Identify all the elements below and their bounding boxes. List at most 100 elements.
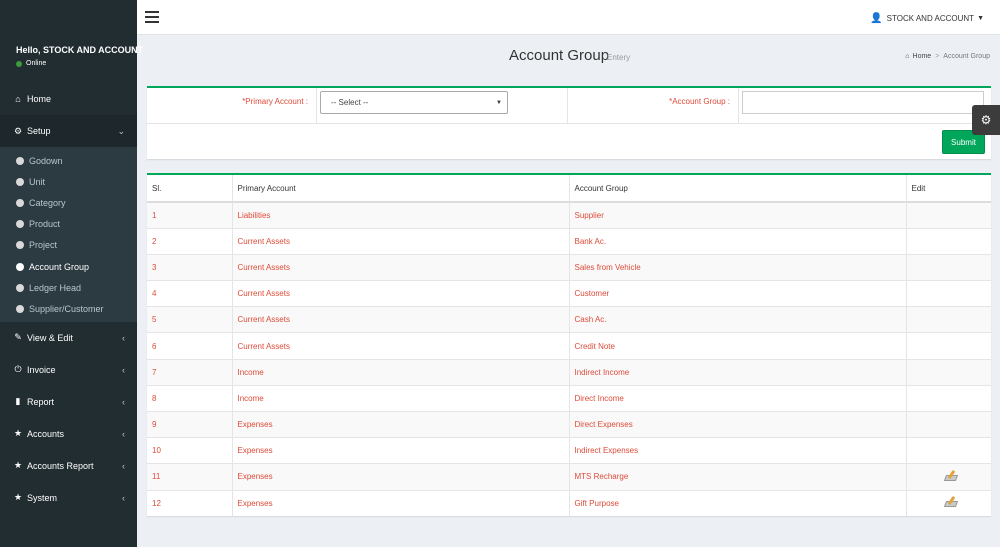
table-row: 9 Expenses Direct Expenses <box>147 410 991 438</box>
header-account-group: Account Group <box>569 175 907 203</box>
table-body: 1 Liabilities Supplier 2 Current Assets Bank … <box>147 201 991 517</box>
circle-icon <box>16 262 24 271</box>
circle-icon <box>16 177 24 186</box>
account-group-label: *Account Group : <box>568 88 739 123</box>
sidebar-item-label: Invoice <box>27 364 56 375</box>
sidebar-item-system[interactable]: ★ System ‹ <box>0 482 137 514</box>
star-icon: ★ <box>13 460 23 470</box>
top-navbar: 👤 STOCK AND ACCOUNT ▼ <box>137 0 1000 35</box>
chevron-left-icon: ‹ <box>122 364 125 375</box>
chevron-left-icon: ‹ <box>122 492 125 503</box>
primary-account-cell: Expenses <box>232 463 570 491</box>
table-row: 8 Income Direct Income <box>147 384 991 412</box>
account-group-cell: Direct Expenses <box>569 410 907 438</box>
account-group-table-box: Sl. Primary Account Account Group Edit 1… <box>147 173 991 517</box>
submenu-item-project[interactable]: Project <box>0 235 137 256</box>
submenu-item-unit[interactable]: Unit <box>0 171 137 192</box>
edit-cell <box>906 358 991 386</box>
table-row: 7 Income Indirect Income <box>147 358 991 386</box>
account-group-cell: Indirect Income <box>569 358 907 386</box>
sl-cell: 10 <box>147 437 233 464</box>
page-subtitle: Entery <box>607 53 631 62</box>
submenu-item-product[interactable]: Product <box>0 214 137 235</box>
edit-cell <box>906 489 991 517</box>
sidebar-item-setup[interactable]: ⚙ Setup ⌄ <box>0 115 137 147</box>
breadcrumb: ⌂ Home > Account Group <box>905 53 990 60</box>
chevron-left-icon: ‹ <box>122 460 125 471</box>
table-row: 5 Current Assets Cash Ac. <box>147 306 991 333</box>
account-group-cell: Sales from Vehicle <box>569 253 907 281</box>
select-value: -- Select -- <box>331 98 369 107</box>
user-status: Online <box>16 60 137 67</box>
sidebar-item-home[interactable]: ⌂ Home <box>0 83 137 115</box>
sidebar-item-label: View & Edit <box>27 332 73 343</box>
primary-account-cell: Current Assets <box>232 332 570 360</box>
sl-cell: 1 <box>147 201 233 229</box>
user-menu-dropdown[interactable]: 👤 STOCK AND ACCOUNT ▼ <box>870 13 984 24</box>
status-text: Online <box>26 60 47 67</box>
sl-cell: 5 <box>147 306 233 333</box>
edit-cell <box>906 253 991 281</box>
account-group-cell: Direct Income <box>569 384 907 412</box>
dropdown-arrow-icon: ▼ <box>496 99 502 106</box>
circle-icon <box>16 283 24 292</box>
sidebar-item-invoice[interactable]: ⏻ Invoice ‹ <box>0 354 137 386</box>
submenu-item-godown[interactable]: Godown <box>0 150 137 171</box>
sidebar-item-label: Accounts Report <box>27 460 94 471</box>
edit-icon: ✎ <box>14 332 22 342</box>
settings-gear-icon[interactable]: ⚙ <box>972 105 1000 135</box>
setup-submenu: Godown Unit Category Product Project Acc… <box>0 147 137 322</box>
sidebar-item-accounts-report[interactable]: ★ Accounts Report ‹ <box>0 450 137 482</box>
edit-cell <box>906 306 991 333</box>
edit-pencil-icon[interactable] <box>943 496 959 508</box>
circle-icon <box>16 156 24 165</box>
table-row: 12 Expenses Gift Purpose <box>147 489 991 517</box>
submenu-item-account-group[interactable]: Account Group <box>0 256 137 277</box>
sl-cell: 8 <box>147 384 233 412</box>
account-group-cell: Gift Purpose <box>569 489 907 517</box>
submenu-item-ledger-head[interactable]: Ledger Head <box>0 277 137 298</box>
user-icon: 👤 <box>870 13 883 24</box>
sl-cell: 11 <box>147 463 233 491</box>
primary-account-cell: Current Assets <box>232 280 570 307</box>
edit-cell <box>906 410 991 438</box>
hamburger-menu-icon[interactable] <box>145 11 159 26</box>
account-group-input[interactable] <box>742 91 984 114</box>
sl-cell: 6 <box>147 332 233 360</box>
account-group-cell: Cash Ac. <box>569 306 907 333</box>
primary-account-select[interactable]: -- Select -- ▼ <box>320 91 508 114</box>
header-sl: Sl. <box>147 175 233 203</box>
header-primary-account: Primary Account <box>232 175 570 203</box>
submenu-item-supplier-customer[interactable]: Supplier/Customer <box>0 298 137 319</box>
sidebar-item-label: Accounts <box>27 428 65 439</box>
chevron-left-icon: ‹ <box>122 396 125 407</box>
primary-account-cell: Income <box>232 384 570 412</box>
home-icon: ⌂ <box>15 94 21 104</box>
edit-cell <box>906 227 991 255</box>
table-row: 10 Expenses Indirect Expenses <box>147 437 991 464</box>
sidebar-item-report[interactable]: ▮ Report ‹ <box>0 386 137 418</box>
table-row: 4 Current Assets Customer <box>147 280 991 307</box>
account-group-cell: Bank Ac. <box>569 227 907 255</box>
table-row: 6 Current Assets Credit Note <box>147 332 991 360</box>
user-name: Hello, STOCK AND ACCOUNT <box>16 45 144 55</box>
account-group-table: Sl. Primary Account Account Group Edit 1… <box>147 175 991 517</box>
user-panel: Hello, STOCK AND ACCOUNT Online <box>0 0 144 83</box>
breadcrumb-separator: > <box>935 53 940 60</box>
page-title: Account Group <box>509 47 610 64</box>
sidebar-item-accounts[interactable]: ★ Accounts ‹ <box>0 418 137 450</box>
edit-pencil-icon[interactable] <box>943 469 959 482</box>
submenu-item-category[interactable]: Category <box>0 192 137 213</box>
edit-cell <box>906 463 991 491</box>
table-row: 3 Current Assets Sales from Vehicle <box>147 253 991 281</box>
edit-cell <box>906 332 991 360</box>
breadcrumb-home-link[interactable]: Home <box>913 53 932 60</box>
sidebar-item-view-edit[interactable]: ✎ View & Edit ‹ <box>0 322 137 354</box>
account-group-cell: MTS Recharge <box>569 463 907 491</box>
circle-icon <box>16 304 24 313</box>
chevron-down-icon: ⌄ <box>117 125 125 136</box>
gears-icon: ⚙ <box>13 125 23 136</box>
circle-icon <box>16 220 24 229</box>
account-group-form: *Primary Account : -- Select -- ▼ *Accou… <box>147 86 991 159</box>
sl-cell: 9 <box>147 410 233 438</box>
